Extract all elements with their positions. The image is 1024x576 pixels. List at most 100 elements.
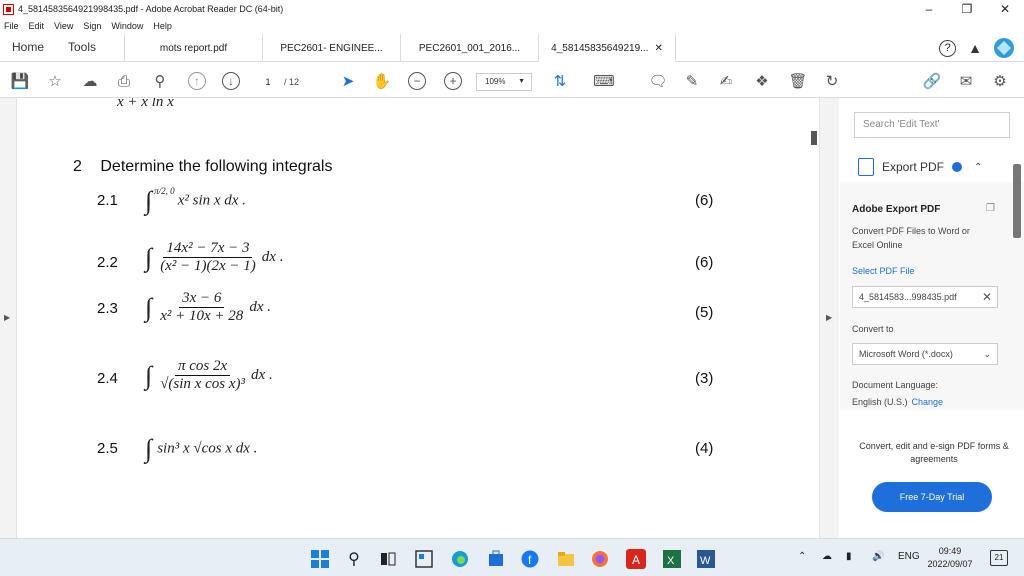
clock-time: 09:49	[938, 546, 962, 556]
question-item: 2.5 ∫ sin³ x √cos x dx . (4)	[97, 434, 737, 484]
menu-view[interactable]: View	[54, 21, 73, 31]
export-pdf-header[interactable]: Export PDF ⌃	[858, 158, 982, 176]
prev-page-icon[interactable]: ↑	[188, 72, 206, 90]
share-link-icon[interactable]: 🔗	[922, 71, 942, 91]
chevron-up-icon[interactable]: ⌃	[974, 162, 982, 173]
panel-scrollbar-thumb[interactable]	[1013, 164, 1021, 238]
zoom-select[interactable]: 109% ▼	[476, 73, 532, 91]
copy-icon[interactable]: ❐	[986, 203, 995, 214]
search-edit-text-input[interactable]: Search 'Edit Text'	[854, 112, 1010, 138]
close-tab-icon[interactable]: ✕	[654, 43, 662, 54]
document-view[interactable]: x + x ln x 2 Determine the following int…	[17, 98, 819, 538]
menu-file[interactable]: File	[4, 21, 19, 31]
excel-icon[interactable]: X	[662, 549, 682, 569]
item-marks: (6)	[695, 254, 714, 271]
upload-cloud-icon[interactable]: ☁	[80, 71, 100, 91]
rotate-icon[interactable]: ↻	[822, 71, 842, 91]
facebook-icon[interactable]: f	[520, 549, 540, 569]
task-view-icon[interactable]	[378, 549, 398, 569]
item-marks: (6)	[695, 192, 714, 209]
close-button[interactable]: ✕	[986, 0, 1024, 18]
fraction: π cos 2x √(sin x cos x)³	[157, 358, 248, 393]
widgets-icon[interactable]	[414, 549, 434, 569]
save-icon[interactable]: 💾	[10, 71, 30, 91]
doc-tab-active[interactable]: 4_58145835649219... ✕	[538, 34, 676, 62]
free-trial-button[interactable]: Free 7-Day Trial	[872, 482, 992, 512]
onedrive-icon[interactable]: ☁	[822, 551, 832, 562]
next-page-icon[interactable]: ↓	[222, 72, 240, 90]
denominator: √(sin x cos x)³	[160, 376, 245, 392]
show-hidden-icons-icon[interactable]: ⌃	[798, 551, 806, 562]
differential: dx .	[261, 249, 284, 265]
menu-sign[interactable]: Sign	[83, 21, 101, 31]
change-language-link[interactable]: Change	[912, 397, 944, 407]
document-scrollbar-thumb[interactable]	[811, 131, 817, 145]
search-icon[interactable]: ⚲	[150, 71, 170, 91]
zoom-in-icon[interactable]: +	[444, 72, 462, 90]
question-text: Determine the following integrals	[100, 158, 333, 175]
remove-file-icon[interactable]: ✕	[982, 287, 992, 307]
delete-icon[interactable]: 🗑	[788, 71, 808, 91]
star-bookmark-icon[interactable]: ☆	[45, 71, 65, 91]
input-language[interactable]: ENG	[898, 551, 920, 562]
help-icon[interactable]: ?	[939, 39, 957, 57]
stamp-icon[interactable]: ❖	[752, 71, 772, 91]
word-icon[interactable]: W	[696, 549, 716, 569]
volume-icon[interactable]: 🔊	[872, 551, 884, 562]
tab-bar: Home Tools mots report.pdf PEC2601- ENGI…	[0, 34, 1024, 62]
integral-sign: ∫	[145, 292, 153, 322]
select-pdf-file-link[interactable]: Select PDF File	[852, 266, 915, 276]
store-icon[interactable]	[486, 549, 506, 569]
keyboard-icon[interactable]: ⌨	[593, 71, 615, 91]
notifications-icon[interactable]: 21	[990, 550, 1008, 566]
tab-tools[interactable]: Tools	[68, 40, 96, 54]
print-icon[interactable]: ⎙	[114, 71, 134, 91]
doc-tab-pec2601-2016[interactable]: PEC2601_001_2016...	[400, 34, 538, 62]
edge-browser-icon[interactable]	[450, 549, 470, 569]
integral-sign: ∫	[145, 186, 153, 215]
search-icon[interactable]: ⚲	[344, 549, 364, 569]
windows-start-icon[interactable]	[310, 549, 330, 569]
minimize-button[interactable]: –	[910, 0, 948, 18]
select-cursor-icon[interactable]: ➤	[338, 71, 358, 91]
tab-home[interactable]: Home	[12, 40, 44, 54]
restore-button[interactable]: ❐	[948, 0, 986, 18]
tools-panel: Search 'Edit Text' Export PDF ⌃ Adobe Ex…	[840, 98, 1024, 538]
document-language-label: Document Language:	[852, 380, 939, 390]
expand-left-panel-icon[interactable]: ▶	[4, 313, 10, 322]
integral-limits: π/2, 0	[154, 186, 175, 196]
doc-tab-label: PEC2601_001_2016...	[418, 42, 521, 54]
document-language-value: English (U.S.) Change	[852, 397, 943, 407]
battery-icon[interactable]: ▮	[846, 551, 852, 562]
acrobat-taskbar-icon[interactable]: A	[626, 549, 646, 569]
avatar[interactable]	[994, 38, 1014, 58]
taskbar-clock[interactable]: 09:49 2022/09/07	[918, 545, 982, 571]
selected-file-field[interactable]: 4_5814583...998435.pdf ✕	[852, 286, 998, 308]
page-number-input[interactable]: 1	[258, 74, 278, 90]
promo-text: Convert, edit and e-sign PDF forms & agr…	[859, 441, 1009, 464]
comment-icon[interactable]: 🗨	[648, 71, 668, 91]
menu-window[interactable]: Window	[111, 21, 143, 31]
language-name: English (U.S.)	[852, 397, 908, 407]
sign-icon[interactable]: ✍	[716, 71, 736, 91]
firefox-icon[interactable]	[590, 549, 610, 569]
add-user-icon[interactable]: ⚙	[990, 71, 1010, 91]
left-nav-strip: ▶	[0, 98, 17, 538]
file-explorer-icon[interactable]	[556, 549, 576, 569]
menu-help[interactable]: Help	[153, 21, 172, 31]
denominator: (x² − 1)(2x − 1)	[160, 258, 256, 274]
doc-tab-mots-report[interactable]: mots report.pdf	[124, 34, 262, 62]
clock-date: 2022/09/07	[927, 559, 973, 569]
zoom-value: 109%	[485, 77, 506, 86]
highlight-pen-icon[interactable]: ✎	[682, 71, 702, 91]
menu-edit[interactable]: Edit	[29, 21, 45, 31]
bell-icon[interactable]: ▲	[968, 40, 982, 56]
hand-tool-icon[interactable]: ✋	[372, 71, 392, 91]
email-icon[interactable]: ✉	[956, 71, 976, 91]
collapse-right-panel-icon[interactable]: ▶	[826, 313, 832, 322]
format-select[interactable]: Microsoft Word (*.docx) ⌄	[852, 343, 998, 365]
zoom-out-icon[interactable]: −	[408, 72, 426, 90]
page-fit-icon[interactable]: ⇅	[550, 71, 570, 91]
numerator: π cos 2x	[175, 358, 231, 376]
doc-tab-pec2601-engineering[interactable]: PEC2601- ENGINEE...	[262, 34, 400, 62]
